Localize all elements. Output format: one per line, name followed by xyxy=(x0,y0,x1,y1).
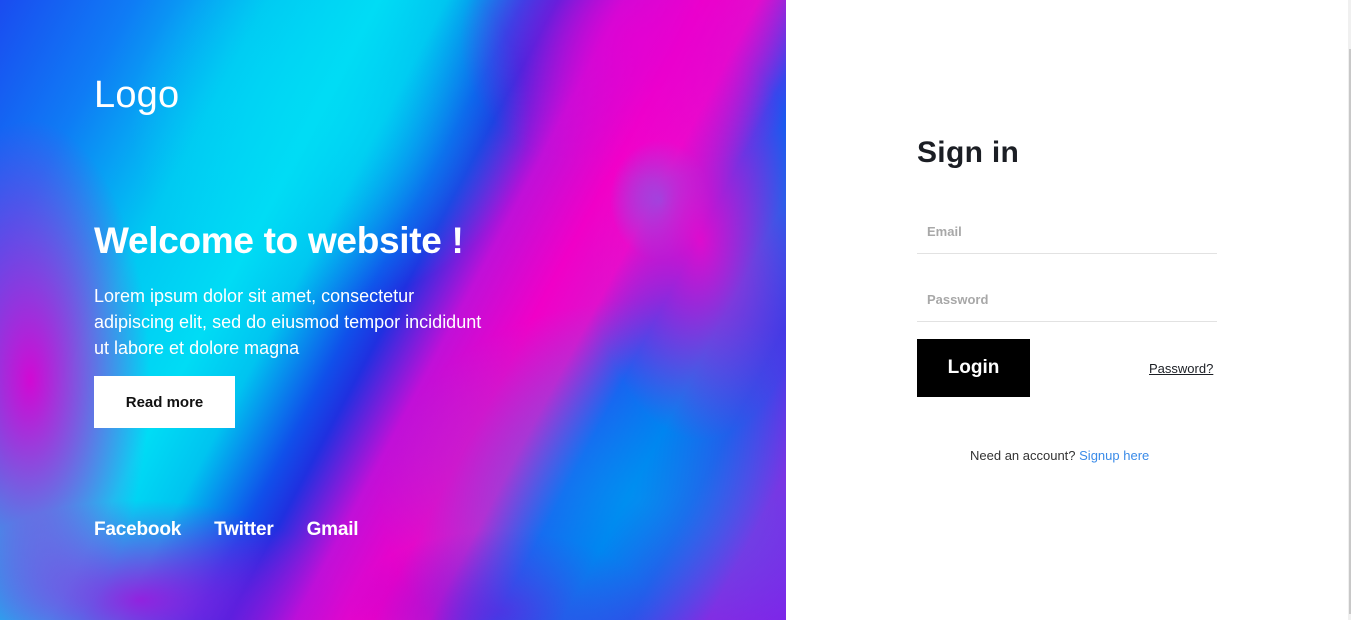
hero-panel: Logo Welcome to website ! Lorem ipsum do… xyxy=(0,0,786,620)
read-more-button[interactable]: Read more xyxy=(94,376,235,428)
password-field[interactable] xyxy=(917,278,1217,322)
signin-title: Sign in xyxy=(917,136,1020,169)
hero-title: Welcome to website ! xyxy=(94,220,464,261)
twitter-link[interactable]: Twitter xyxy=(214,519,274,541)
forgot-password-link[interactable]: Password? xyxy=(1149,361,1213,376)
login-button[interactable]: Login xyxy=(917,339,1030,397)
hero-description: Lorem ipsum dolor sit amet, consectetur … xyxy=(94,286,482,358)
signup-prompt-line: Need an account? Signup here xyxy=(970,448,1149,463)
social-links: Facebook Twitter Gmail xyxy=(94,519,359,541)
facebook-link[interactable]: Facebook xyxy=(94,519,181,541)
logo[interactable]: Logo xyxy=(94,74,179,117)
signup-prompt-text: Need an account? xyxy=(970,448,1080,463)
signup-link[interactable]: Signup here xyxy=(1079,448,1149,463)
gmail-link[interactable]: Gmail xyxy=(307,519,359,541)
email-field[interactable] xyxy=(917,210,1217,254)
